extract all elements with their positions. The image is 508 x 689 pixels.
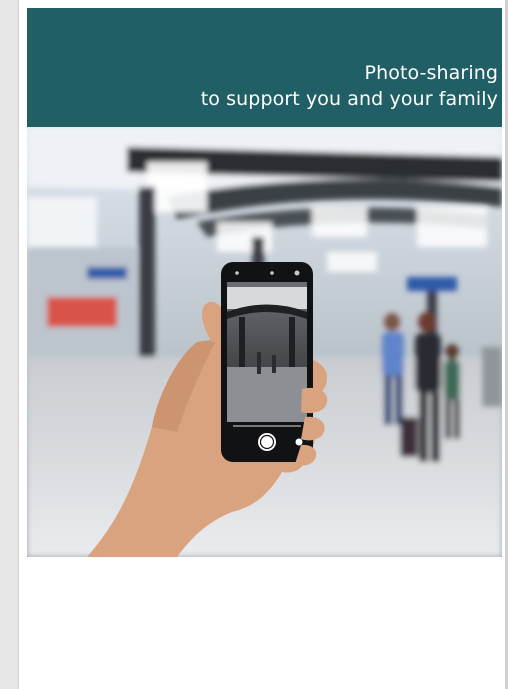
cover-photo — [27, 127, 502, 557]
document-page: Photo-sharing to support you and your fa… — [19, 0, 505, 689]
document-viewer: Photo-sharing to support you and your fa… — [0, 0, 508, 689]
title-line-1: Photo-sharing — [364, 62, 498, 84]
phone-illustration — [221, 262, 313, 462]
header-banner: Photo-sharing to support you and your fa… — [27, 8, 502, 127]
station-photo-illustration — [27, 127, 502, 557]
title-line-2: to support you and your family — [200, 88, 498, 110]
page-title: Photo-sharing to support you and your fa… — [201, 60, 498, 112]
